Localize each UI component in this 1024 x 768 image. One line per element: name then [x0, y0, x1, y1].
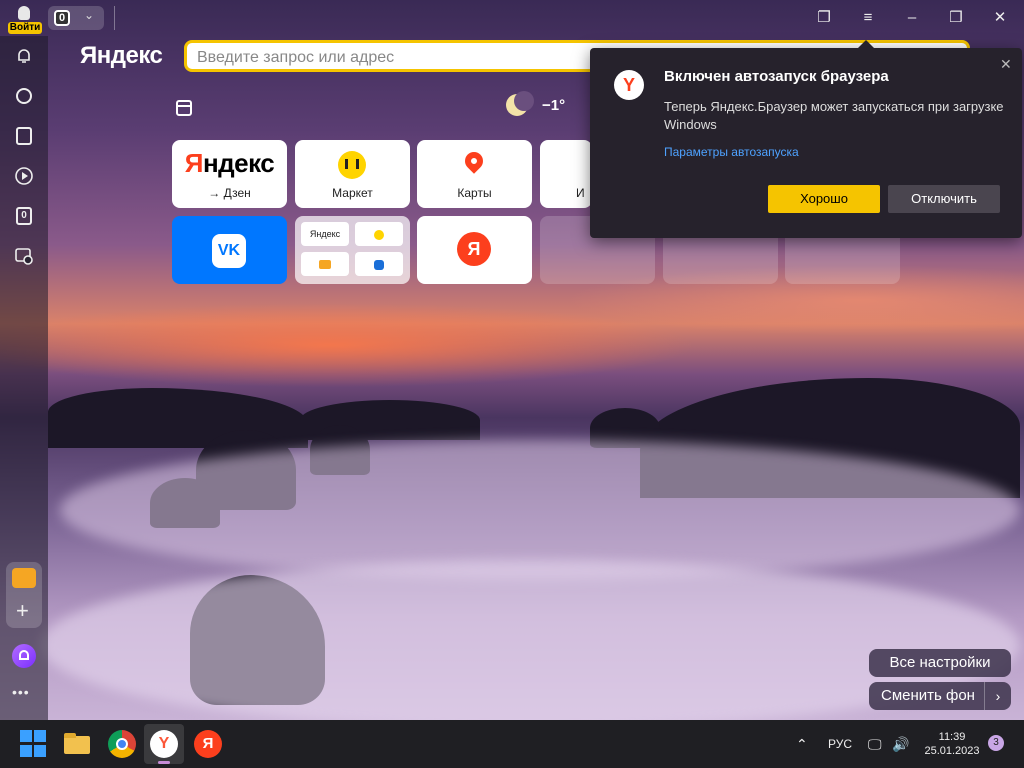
tile-label: И — [576, 186, 585, 200]
chevron-right-icon[interactable]: › — [984, 682, 1011, 710]
weather-widget[interactable]: −1° — [506, 91, 566, 116]
login-label: Войти — [8, 22, 42, 34]
sidebar: 0 + ••• — [0, 36, 48, 720]
file-explorer-icon[interactable] — [64, 730, 92, 758]
tile-label: Карты — [457, 186, 492, 200]
yandex-logo[interactable]: Яндекс — [80, 42, 163, 70]
mini-yandex: Яндекс — [301, 222, 349, 246]
cloud — [60, 440, 1020, 580]
alice-icon[interactable] — [12, 644, 36, 668]
autostart-settings-link[interactable]: Параметры автозапуска — [664, 145, 799, 159]
close-button[interactable]: ✕ — [978, 0, 1022, 36]
tile-partial[interactable]: И — [540, 140, 592, 208]
yandex-app-icon[interactable] — [194, 730, 222, 758]
counter-value: 0 — [16, 207, 32, 225]
tile-maps[interactable]: Карты — [417, 140, 532, 208]
widgets-icon[interactable] — [176, 100, 192, 116]
screenshot-icon[interactable] — [12, 244, 36, 268]
close-icon[interactable]: ✕ — [1000, 56, 1012, 73]
tile-label: → Дзен — [208, 186, 251, 200]
market-icon — [338, 151, 366, 179]
notification-text: Теперь Яндекс.Браузер может запускаться … — [664, 99, 1004, 132]
change-background-label: Сменить фон — [881, 687, 975, 704]
restore-button[interactable]: ❒ — [934, 0, 978, 36]
counter-icon[interactable]: 0 — [12, 204, 36, 228]
ya-icon: Я — [457, 232, 491, 266]
tile-logo: Яндекс — [184, 148, 275, 178]
ok-button[interactable]: Хорошо — [768, 185, 880, 213]
network-icon[interactable]: 🖵 — [868, 720, 882, 768]
disable-button[interactable]: Отключить — [888, 185, 1000, 213]
add-icon[interactable]: + — [16, 600, 29, 622]
profile-button[interactable]: Войти — [8, 4, 42, 34]
temperature: −1° — [542, 96, 566, 114]
more-icon[interactable]: ••• — [12, 684, 30, 700]
autostart-notification: Включен автозапуск браузера Теперь Яндек… — [590, 40, 1022, 238]
tile-label: Маркет — [332, 186, 373, 200]
chevron-down-icon: ⌄ — [84, 8, 95, 22]
tile-yandex-dzen[interactable]: Яндекс → Дзен — [172, 140, 287, 208]
user-icon — [18, 6, 30, 20]
tile-group[interactable]: Яндекс — [295, 216, 410, 284]
mini-disk-icon — [355, 252, 403, 276]
history-icon[interactable] — [12, 84, 36, 108]
tile-market[interactable]: Маркет — [295, 140, 410, 208]
active-app-highlight — [144, 724, 184, 764]
divider — [114, 6, 115, 30]
chrome-icon[interactable] — [108, 730, 136, 758]
time: 11:39 — [938, 731, 966, 743]
tabs-button[interactable]: 0 ⌄ — [48, 6, 104, 30]
title-bar: Войти 0 ⌄ ❐ ≡ – ❒ ✕ — [0, 0, 1024, 36]
chevron-up-icon[interactable]: ⌃ — [796, 720, 808, 768]
moon-icon — [506, 91, 534, 116]
change-background-button[interactable]: Сменить фон › — [869, 682, 1011, 710]
play-icon[interactable] — [12, 164, 36, 188]
tile-vk[interactable]: VK — [172, 216, 287, 284]
notification-title: Включен автозапуск браузера — [664, 68, 889, 85]
language-indicator[interactable]: РУС — [828, 720, 852, 768]
menu-icon[interactable]: ≡ — [846, 0, 890, 36]
vk-icon: VK — [212, 234, 246, 268]
windows-start-icon[interactable] — [20, 730, 48, 758]
notification-count-badge[interactable]: 3 — [988, 735, 1004, 751]
mini-mail-icon — [301, 252, 349, 276]
bookmarks-icon[interactable]: ❐ — [802, 0, 846, 36]
volume-icon[interactable]: 🔊 — [892, 720, 909, 768]
minimize-button[interactable]: – — [890, 0, 934, 36]
all-settings-button[interactable]: Все настройки — [869, 649, 1011, 677]
clock[interactable]: 11:39 25.01.2023 — [922, 730, 982, 758]
mail-icon[interactable] — [12, 568, 36, 588]
mail-panel: + — [6, 562, 42, 628]
bell-icon[interactable] — [12, 44, 36, 68]
tab-count: 0 — [54, 10, 70, 26]
date: 25.01.2023 — [924, 745, 980, 757]
map-pin-icon — [461, 148, 487, 174]
collections-icon[interactable] — [12, 124, 36, 148]
mini-market-icon — [355, 222, 403, 246]
tile-ya[interactable]: Я — [417, 216, 532, 284]
yandex-browser-icon — [614, 70, 644, 100]
